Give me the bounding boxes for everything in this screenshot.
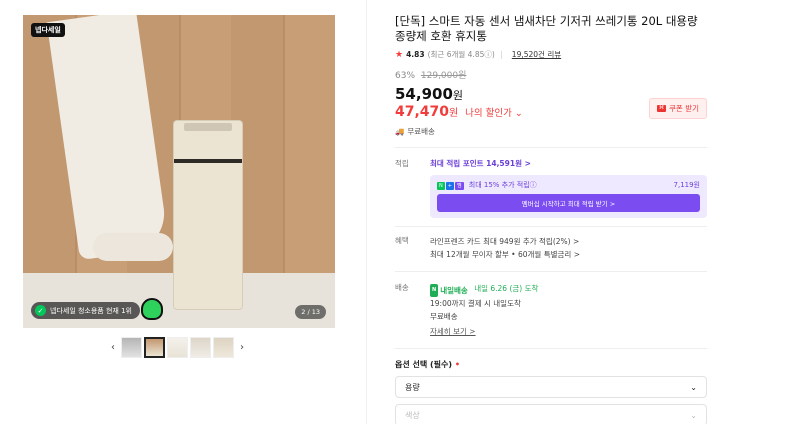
product-main-image[interactable]: 넵다세일 ✓ 넵다세일 청소용품 현재 1위 2 / 13 <box>23 15 335 328</box>
shipping-label: 배송 <box>395 283 409 292</box>
divider <box>395 271 707 272</box>
shipping-section: 배송 N 내일배송 내일 6.26 (금) 도착 19:00까지 결제 시 내일도… <box>395 282 707 338</box>
divider <box>395 147 707 148</box>
image-trash-bin <box>173 120 243 310</box>
review-count-link[interactable]: 19,520건 리뷰 <box>512 49 561 60</box>
capacity-select[interactable]: 용량 ⌄ <box>395 376 707 398</box>
chevron-right-icon[interactable]: › <box>236 338 248 358</box>
thumbnail-3[interactable] <box>167 337 188 358</box>
column-divider <box>366 0 367 424</box>
mascot-icon <box>141 298 163 320</box>
ranking-text: 넵다세일 청소용품 현재 1위 <box>50 306 132 315</box>
star-icon: ★ <box>395 49 404 60</box>
benefits-label: 혜택 <box>395 236 409 245</box>
rating-score: 4.83 <box>406 50 425 59</box>
my-discount-price[interactable]: 47,470원 나의 할인가 ⌄ <box>395 104 523 120</box>
max-points-link[interactable]: 최대 적립 포인트 14,591원 > <box>430 158 707 169</box>
thumbnail-4[interactable] <box>190 337 211 358</box>
benefits-section: 혜택 라인프렌즈 카드 최대 949원 추가 적립(2%) > 최대 12개월 … <box>395 235 707 261</box>
chevron-down-icon: ⌄ <box>690 410 697 420</box>
capacity-select-label: 용량 <box>405 382 420 392</box>
thumbnail-strip: ‹ › <box>107 337 248 358</box>
discount-percent: 63% <box>395 71 416 81</box>
delivery-badge-icon: N <box>430 284 439 297</box>
extra-points-line: N + 멤 최대 15% 추가 적립ⓘ 7,119원 <box>437 180 700 190</box>
next-day-delivery-tag: N 내일배송 <box>430 284 468 297</box>
membership-start-button[interactable]: 멤버십 시작하고 최대 적립 받기 > <box>437 194 700 212</box>
image-bin-band <box>174 159 242 163</box>
brand-badge: 넵다세일 <box>31 23 65 37</box>
truck-icon: 🚚 <box>395 127 405 136</box>
installment-benefit-link[interactable]: 최대 12개월 무이자 할부 • 60개월 특별금리 > <box>430 248 707 261</box>
product-info-panel: [단독] 스마트 자동 센서 냄새차단 기저귀 쓰레기통 20L 대용량 종량제… <box>395 14 707 424</box>
membership-tags-icon: N + 멤 <box>437 182 464 190</box>
color-select[interactable]: 색상 ⌄ <box>395 404 707 424</box>
my-price-unit: 원 <box>449 108 459 119</box>
extra-points-value: 7,119원 <box>673 181 700 189</box>
points-label: 적립 <box>395 159 409 168</box>
thumbnail-2[interactable] <box>144 337 165 358</box>
rating-row: ★ 4.83 (최근 6개월 4.85ⓘ) 19,520건 리뷰 <box>395 49 707 60</box>
discount-row: 63% 129,000원 <box>395 68 707 81</box>
delivery-date: 내일 6.26 (금) 도착 <box>474 284 539 293</box>
rating-separator <box>500 50 502 59</box>
required-mark: • <box>454 360 460 369</box>
coupon-icon: ⌘ <box>657 104 667 112</box>
extra-points-label[interactable]: 최대 15% 추가 적립ⓘ <box>469 181 537 189</box>
image-bin-lid <box>184 123 232 131</box>
ranking-badge[interactable]: ✓ 넵다세일 청소용품 현재 1위 <box>31 302 140 319</box>
sale-price-unit: 원 <box>452 89 464 102</box>
original-price: 129,000원 <box>420 71 467 81</box>
thumbnail-5[interactable] <box>213 337 234 358</box>
chevron-left-icon[interactable]: ‹ <box>107 338 119 358</box>
membership-points-box: N + 멤 최대 15% 추가 적립ⓘ 7,119원 멤버십 시작하고 최대 적립 … <box>430 175 707 218</box>
my-price-value: 47,470 <box>395 104 450 120</box>
shipping-fee: 무료배송 <box>430 312 458 321</box>
product-title: [단독] 스마트 자동 센서 냄새차단 기저귀 쓰레기통 20L 대용량 종량제… <box>395 14 698 43</box>
image-page-counter: 2 / 13 <box>295 305 326 319</box>
divider <box>395 348 707 349</box>
free-shipping-text: 무료배송 <box>407 127 435 136</box>
free-shipping-row: 🚚 무료배송 <box>395 126 707 137</box>
color-select-label: 색상 <box>405 410 420 420</box>
points-section: 적립 최대 적립 포인트 14,591원 > N + 멤 최대 15% 추가 적립ⓘ… <box>395 158 707 218</box>
thumbnail-1[interactable] <box>121 337 142 358</box>
coupon-label: 쿠폰 받기 <box>669 103 699 113</box>
rating-recent[interactable]: (최근 6개월 4.85ⓘ) <box>428 49 495 60</box>
coupon-button[interactable]: ⌘ 쿠폰 받기 <box>649 97 707 119</box>
chevron-down-icon: ⌄ <box>690 382 697 392</box>
shipping-detail-link[interactable]: 자세히 보기 > <box>430 327 476 336</box>
my-price-label: 나의 할인가 ⌄ <box>465 108 523 119</box>
option-title: 옵션 선택 (필수) • <box>395 360 460 369</box>
card-benefit-link[interactable]: 라인프렌즈 카드 최대 949원 추가 적립(2%) > <box>430 235 707 248</box>
delivery-cutoff: 19:00까지 결제 시 내일도착 <box>430 299 521 308</box>
ranking-check-icon: ✓ <box>35 305 46 316</box>
my-price-row: 47,470원 나의 할인가 ⌄ ⌘ 쿠폰 받기 <box>395 97 707 120</box>
image-slipper <box>93 233 173 261</box>
divider <box>395 226 707 227</box>
sale-price-value: 54,900 <box>395 85 453 103</box>
